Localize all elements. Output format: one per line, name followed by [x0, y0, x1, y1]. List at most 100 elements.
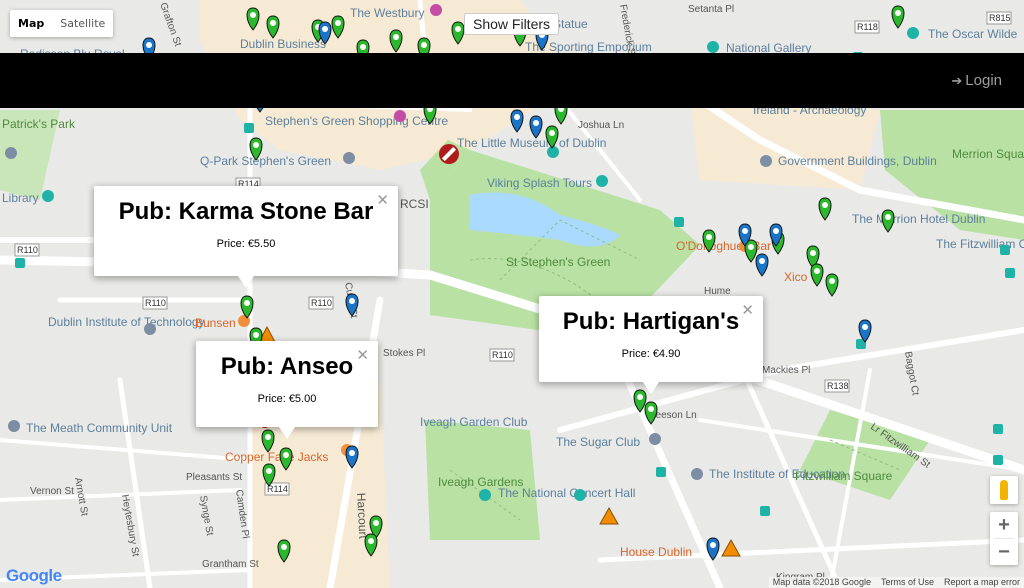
hotel-marker-icon-dot — [759, 258, 765, 264]
road-shield-r114-south-label: R114 — [267, 484, 288, 494]
map-label-qpark: Q-Park Stephen's Green — [200, 154, 331, 168]
pub-marker-icon-dot — [814, 268, 820, 274]
terms-link[interactable]: Terms of Use — [881, 577, 934, 588]
hotel-marker-icon-dot — [710, 542, 716, 548]
parking-icon — [343, 152, 355, 164]
bus-icon — [656, 467, 666, 477]
pub-marker-icon-dot — [270, 20, 276, 26]
zoom-out-button[interactable]: − — [990, 539, 1018, 565]
building-icon — [5, 147, 17, 159]
map-label-westbury: The Westbury — [350, 6, 424, 20]
report-error-link[interactable]: Report a map error — [944, 577, 1020, 588]
shopping-icon — [394, 110, 406, 122]
login-icon: ➔ — [951, 73, 963, 88]
popup-price: Price: €4.90 — [621, 348, 681, 360]
pub-marker-icon-dot — [368, 538, 374, 544]
google-logo: Google — [6, 566, 62, 586]
pub-marker-icon-dot — [549, 130, 555, 136]
map-label-library: Library — [2, 191, 39, 205]
map-label-copper-jacks: Copper Face Jacks — [225, 450, 328, 464]
pub-marker-icon-dot — [748, 244, 754, 250]
hotel-marker-icon-dot — [146, 42, 152, 48]
map-label-pleasants: Pleasants St — [186, 472, 242, 483]
map-label-meath: The Meath Community Unit — [26, 421, 173, 435]
library-icon — [42, 190, 54, 202]
road-shield-r110-west-label: R110 — [17, 245, 38, 255]
pub-marker-icon-dot — [810, 250, 816, 256]
pub-marker-icon-dot — [360, 44, 366, 50]
map-label-patricks: Patrick's Park — [2, 117, 76, 131]
hotel-marker-icon-dot — [322, 26, 328, 32]
music-icon — [479, 489, 491, 501]
bus-icon — [993, 455, 1003, 465]
popup-price: Price: €5.00 — [257, 393, 317, 405]
pub-marker-icon-dot — [281, 544, 287, 550]
map-label-mackies: Mackies Pl — [762, 365, 810, 376]
pub-marker-icon-dot — [706, 234, 712, 240]
map-label-rcsi: RCSI — [400, 197, 429, 211]
road-shield-r815-label: R815 — [989, 13, 1011, 23]
pub-marker-icon-dot — [253, 332, 259, 338]
pub-marker-icon-dot — [250, 12, 256, 18]
zoom-in-button[interactable]: + — [990, 512, 1018, 538]
building-icon — [760, 155, 772, 167]
zoom-control: + − — [990, 512, 1018, 565]
map-type-toggle: Map Satellite — [10, 10, 114, 37]
hotel-marker-icon-dot — [349, 298, 355, 304]
map-label-house-dublin: House Dublin — [620, 545, 692, 559]
street-view-pegman[interactable] — [990, 476, 1018, 504]
map-label-vernon: Vernon St — [30, 486, 74, 497]
camera-icon — [907, 27, 919, 39]
close-icon[interactable]: ✕ — [376, 191, 389, 209]
map-label-oscar: The Oscar Wilde — [928, 27, 1018, 41]
road-shield-r110-east-label: R110 — [311, 298, 332, 308]
popup-title: Pub: Karma Stone Bar — [118, 198, 374, 225]
map-label-stephens-green: St Stephen's Green — [506, 255, 610, 269]
close-icon[interactable]: ✕ — [741, 301, 754, 319]
road-shield-r118-label: R118 — [857, 22, 878, 32]
pub-marker-icon-dot — [637, 394, 643, 400]
map-label-stephens-centre: Stephen's Green Shopping Centre — [265, 114, 448, 128]
pub-marker-icon-dot — [829, 278, 835, 284]
road-shield-r110-south-label: R110 — [492, 350, 513, 360]
login-link[interactable]: ➔ Login — [951, 72, 1002, 89]
map-label-dit: Dublin Institute of Technology — [48, 315, 205, 329]
hotel-icon — [430, 4, 442, 16]
building-icon — [8, 420, 20, 432]
pub-marker-icon-dot — [335, 20, 341, 26]
map-type-satellite-button[interactable]: Satellite — [52, 10, 113, 37]
school-icon — [691, 468, 703, 480]
road-shield-r138-label: R138 — [827, 381, 849, 391]
map-label-dublin-business: Dublin Business — [240, 37, 326, 51]
map-label-gov-buildings: Government Buildings, Dublin — [778, 154, 937, 168]
close-icon[interactable]: ✕ — [356, 346, 369, 364]
bus-icon — [15, 258, 25, 268]
hotel-marker-icon-dot — [533, 120, 539, 126]
hotel-marker-icon-dot — [514, 114, 520, 120]
hotel-marker-icon-dot — [773, 228, 779, 234]
pub-marker-icon-dot — [885, 214, 891, 220]
map-label-joshua: Joshua Ln — [578, 120, 624, 131]
popup-price: Price: €5.50 — [216, 238, 276, 250]
map-label-fitzwilliam-square: Fitzwilliam Square — [795, 469, 893, 483]
map-label-little-museum: The Little Museum of Dublin — [457, 136, 606, 150]
map-label-grantham: Grantham St — [202, 559, 259, 570]
pub-marker-icon-dot — [421, 42, 427, 48]
map-attribution: Map data ©2018 Google Terms of Use Repor… — [768, 577, 1024, 588]
popup-anseo: ✕ Pub: Anseo Price: €5.00 — [196, 341, 378, 439]
show-filters-button[interactable]: Show Filters — [464, 13, 560, 35]
login-label: Login — [965, 72, 1002, 89]
hotel-marker-icon-dot — [862, 324, 868, 330]
map-label-stokes: Stokes Pl — [383, 348, 425, 359]
google-logo-text: Google — [6, 566, 62, 585]
pegman-icon — [1000, 480, 1008, 500]
bus-icon — [760, 506, 770, 516]
map-label-fitzwilliam-casino: The Fitzwilliam Casino and Card Club — [936, 237, 1024, 251]
location-icon — [649, 433, 661, 445]
pub-marker-icon-dot — [283, 452, 289, 458]
map-type-map-button[interactable]: Map — [10, 10, 52, 37]
navbar: ➔ Login — [0, 53, 1024, 108]
map-label-setanta: Setanta Pl — [688, 4, 734, 15]
school-icon — [144, 323, 156, 335]
popup-hartigans: ✕ Pub: Hartigan's Price: €4.90 — [539, 296, 763, 394]
